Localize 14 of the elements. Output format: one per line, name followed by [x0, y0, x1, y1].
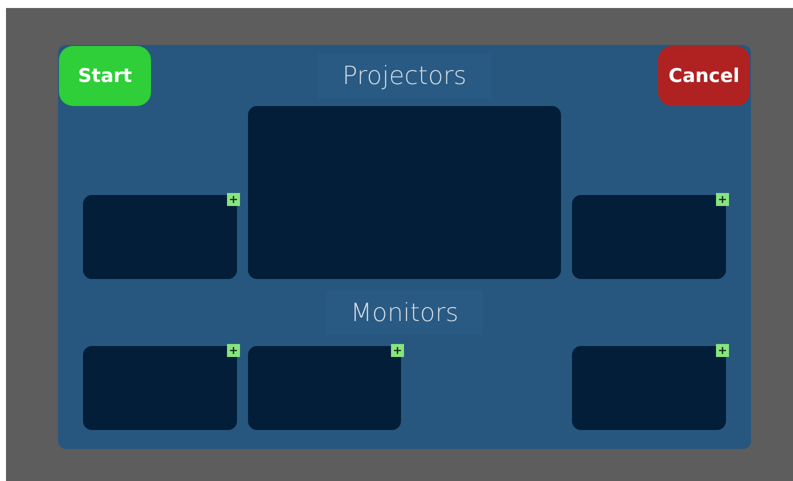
add-icon[interactable] — [227, 193, 240, 206]
screen-tile[interactable] — [572, 195, 726, 279]
add-icon[interactable] — [716, 193, 729, 206]
screen-tile[interactable] — [83, 195, 237, 279]
add-icon[interactable] — [227, 344, 240, 357]
add-icon[interactable] — [391, 344, 404, 357]
cancel-button[interactable]: Cancel — [658, 46, 750, 106]
section-title: Monitors — [326, 290, 483, 336]
screen-tile[interactable] — [248, 106, 561, 279]
section-title: Projectors — [318, 53, 491, 99]
screen-tile[interactable] — [572, 346, 726, 430]
add-icon[interactable] — [716, 344, 729, 357]
screen-tile[interactable] — [83, 346, 237, 430]
screen-tile[interactable] — [248, 346, 401, 430]
